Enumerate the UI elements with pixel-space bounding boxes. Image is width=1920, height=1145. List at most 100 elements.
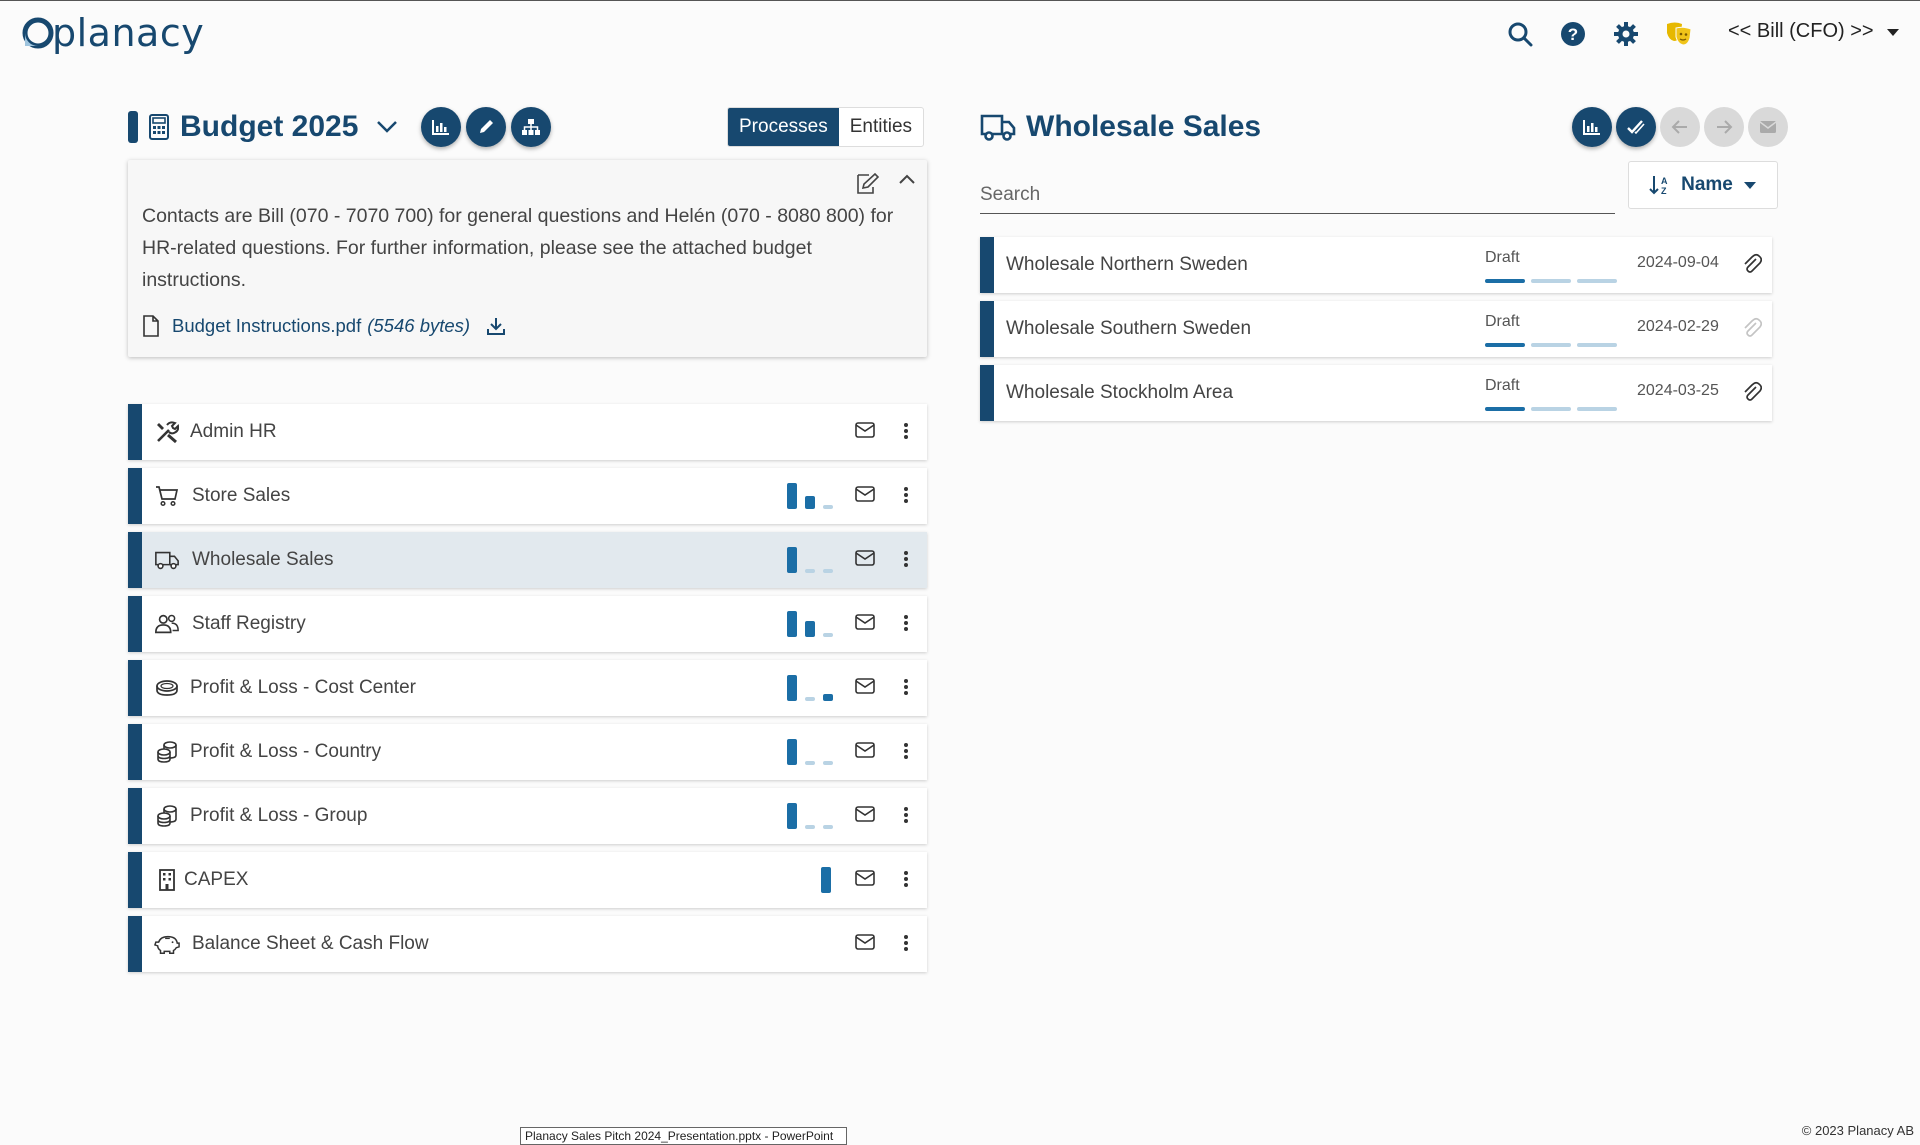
arrow-left-icon — [1671, 120, 1687, 134]
progress-bar-segment — [805, 569, 815, 573]
more-options-icon[interactable] — [903, 421, 909, 441]
tab-entities[interactable]: Entities — [839, 108, 923, 146]
more-options-icon[interactable] — [903, 549, 909, 569]
entity-accent-bar — [980, 365, 994, 421]
planacy-logo[interactable]: planacy — [20, 14, 204, 52]
envelope-icon[interactable] — [855, 806, 875, 827]
title-accent-bar — [128, 111, 138, 143]
search-input[interactable] — [980, 178, 1615, 212]
more-options-icon[interactable] — [903, 805, 909, 825]
process-row[interactable]: CAPEX — [128, 852, 927, 908]
more-options-icon[interactable] — [903, 933, 909, 953]
more-options-icon[interactable] — [903, 869, 909, 889]
entity-row[interactable]: Wholesale Southern Sweden Draft 2024-02-29 — [980, 301, 1772, 357]
envelope-icon[interactable] — [855, 870, 875, 891]
tab-processes[interactable]: Processes — [728, 108, 839, 146]
gear-icon[interactable] — [1612, 20, 1640, 48]
status-step — [1577, 279, 1617, 283]
svg-text:?: ? — [1568, 25, 1578, 44]
status-step — [1485, 407, 1525, 411]
report-button[interactable] — [421, 107, 462, 147]
edit-button[interactable] — [466, 107, 507, 147]
more-options-icon[interactable] — [903, 613, 909, 633]
user-label: << Bill (CFO) >> — [1728, 20, 1874, 42]
envelope-icon[interactable] — [855, 422, 875, 443]
entity-search — [980, 178, 1615, 214]
process-progress — [787, 675, 837, 701]
download-icon[interactable] — [486, 316, 506, 336]
app-header: planacy ? << Bill (CFO) >> — [0, 0, 1920, 68]
user-switcher[interactable]: << Bill (CFO) >> — [1728, 20, 1900, 43]
edit-note-icon[interactable] — [855, 172, 881, 196]
envelope-icon[interactable] — [855, 486, 875, 507]
envelope-icon[interactable] — [855, 678, 875, 699]
entity-date: 2024-02-29 — [1637, 318, 1719, 335]
caret-down-icon — [1886, 28, 1899, 36]
sort-label: Name — [1681, 174, 1733, 195]
process-row[interactable]: Profit & Loss - Cost Center — [128, 660, 927, 716]
more-options-icon[interactable] — [903, 677, 909, 697]
process-progress — [787, 611, 837, 637]
process-accent-bar — [128, 852, 142, 908]
arrow-right-icon — [1717, 120, 1733, 134]
chevron-up-icon[interactable] — [898, 172, 916, 186]
progress-bar-segment — [823, 633, 833, 637]
approve-button[interactable] — [1616, 107, 1656, 147]
cart-icon — [154, 483, 180, 509]
process-row[interactable]: Admin HR — [128, 404, 927, 460]
entity-row[interactable]: Wholesale Northern Sweden Draft 2024-09-04 — [980, 237, 1772, 293]
progress-bar-segment — [787, 547, 797, 573]
process-row[interactable]: Profit & Loss - Group — [128, 788, 927, 844]
paperclip-icon[interactable] — [1742, 317, 1763, 344]
attachment-link[interactable]: Budget Instructions.pdf (5546 bytes) — [142, 315, 506, 337]
entity-accent-bar — [980, 301, 994, 357]
envelope-icon[interactable] — [855, 934, 875, 955]
entity-report-button[interactable] — [1572, 107, 1612, 147]
process-row[interactable]: Store Sales — [128, 468, 927, 524]
chevron-down-icon[interactable] — [376, 120, 398, 134]
sort-button[interactable]: AZ Name — [1628, 161, 1778, 209]
status-progress — [1485, 407, 1617, 411]
attachment-size: (5546 bytes) — [367, 315, 471, 336]
pencil-icon — [480, 120, 494, 133]
progress-bar-segment — [823, 694, 833, 701]
next-button[interactable] — [1704, 107, 1744, 147]
entity-row[interactable]: Wholesale Stockholm Area Draft 2024-03-25 — [980, 365, 1772, 421]
progress-bar-segment — [787, 675, 797, 701]
paperclip-icon[interactable] — [1742, 381, 1763, 408]
process-progress — [787, 803, 837, 829]
process-label: Staff Registry — [192, 613, 306, 634]
entity-label: Wholesale Northern Sweden — [1006, 254, 1248, 275]
envelope-icon[interactable] — [855, 614, 875, 635]
more-options-icon[interactable] — [903, 741, 909, 761]
previous-button[interactable] — [1660, 107, 1700, 147]
process-row[interactable]: Balance Sheet & Cash Flow — [128, 916, 927, 972]
process-row[interactable]: Staff Registry — [128, 596, 927, 652]
budget-title: Budget 2025 — [180, 110, 359, 143]
hierarchy-button[interactable] — [511, 107, 552, 147]
progress-bar-segment — [821, 867, 831, 893]
process-row[interactable]: Wholesale Sales — [128, 532, 927, 588]
status-badge: Draft — [1485, 249, 1520, 266]
process-label: Profit & Loss - Group — [190, 805, 368, 826]
coins-icon — [154, 675, 180, 701]
svg-text:A: A — [1661, 176, 1668, 186]
more-options-icon[interactable] — [903, 485, 909, 505]
entity-list: Wholesale Northern Sweden Draft 2024-09-04… — [980, 237, 1772, 429]
process-row[interactable]: Profit & Loss - Country — [128, 724, 927, 780]
envelope-icon[interactable] — [855, 550, 875, 571]
file-icon — [143, 315, 159, 337]
theater-masks-icon[interactable] — [1665, 20, 1693, 48]
email-button[interactable] — [1748, 107, 1788, 147]
attachment-name: Budget Instructions.pdf — [172, 315, 362, 336]
calculator-icon — [149, 114, 169, 140]
status-step — [1531, 407, 1571, 411]
progress-bar-segment — [787, 739, 797, 765]
process-label: Wholesale Sales — [192, 549, 334, 570]
search-icon[interactable] — [1506, 20, 1534, 48]
envelope-icon[interactable] — [855, 742, 875, 763]
paperclip-icon[interactable] — [1742, 253, 1763, 280]
taskbar-tooltip: Planacy Sales Pitch 2024_Presentation.pp… — [520, 1127, 847, 1145]
copyright: © 2023 Planacy AB — [1801, 1123, 1914, 1138]
help-icon[interactable]: ? — [1559, 20, 1587, 48]
